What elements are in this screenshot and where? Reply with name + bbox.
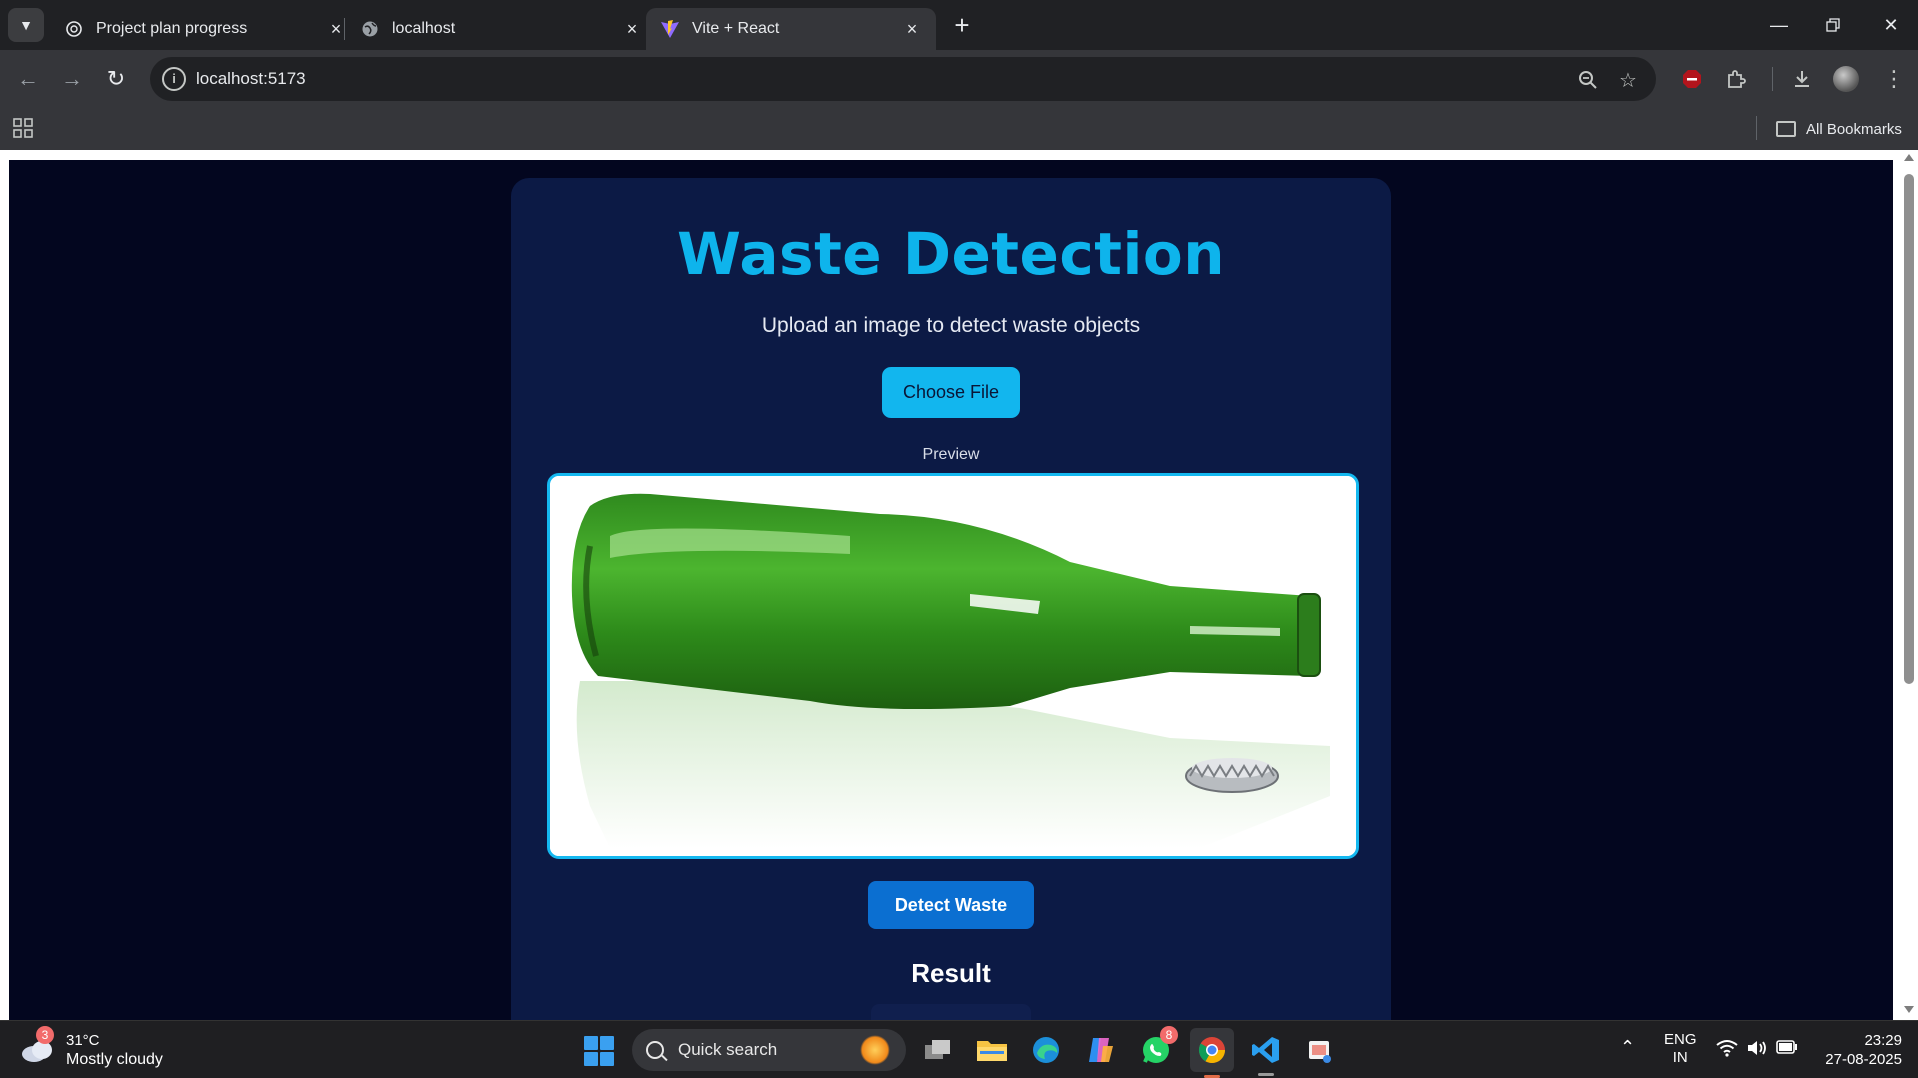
reload-button[interactable]: ↻ [100,63,132,95]
tab-localhost[interactable]: localhost × [346,8,656,50]
arrow-left-icon: ← [17,66,39,91]
close-window-button[interactable]: ✕ [1864,8,1918,42]
search-icon [646,1041,664,1059]
bookmarks-divider [1756,116,1757,140]
language-line1: ENG [1664,1031,1697,1048]
profile-avatar[interactable] [1830,63,1862,95]
extensions-icon[interactable] [1720,63,1752,95]
openai-icon [64,19,84,39]
clock-date: 27-08-2025 [1825,1051,1902,1068]
back-button[interactable]: ← [12,63,44,95]
detect-waste-button[interactable]: Detect Waste [868,881,1034,929]
file-explorer-icon[interactable] [972,1030,1012,1070]
forward-button[interactable]: → [56,63,88,95]
avatar [1833,66,1859,92]
page-subtitle: Upload an image to detect waste objects [761,314,1141,337]
app-background: Waste Detection Upload an image to detec… [9,160,1893,1020]
site-info-icon[interactable]: i [162,67,186,91]
tab-title: Project plan progress [96,20,248,37]
tab-strip: ▼ Project plan progress × localhost × Vi… [0,0,1918,50]
result-output [871,1004,1031,1020]
new-tab-button[interactable]: + [948,12,976,40]
system-clock[interactable]: 23:29 27-08-2025 [1810,1031,1902,1069]
download-icon[interactable] [1786,63,1818,95]
windows-taskbar: 3 31°C Mostly cloudy Quick search 8 ⌃ EN… [0,1020,1918,1078]
search-placeholder: Quick search [678,1040,778,1059]
preview-image [547,473,1359,859]
page-scrollbar[interactable] [1900,150,1918,1020]
cloud-icon: 3 [20,1026,56,1064]
arrow-right-icon: → [61,66,83,91]
adblock-extension-icon[interactable] [1676,63,1708,95]
folder-icon [1776,121,1796,137]
page-viewport: Waste Detection Upload an image to detec… [0,150,1918,1020]
globe-icon [360,19,380,39]
restore-button[interactable] [1806,8,1860,42]
copilot-icon[interactable] [1080,1030,1120,1070]
toolbar-divider [1772,67,1773,91]
wifi-icon[interactable] [1716,1039,1738,1061]
weather-condition: Mostly cloudy [66,1051,163,1068]
waste-detection-card: Waste Detection Upload an image to detec… [511,178,1391,1020]
result-heading: Result [911,958,991,988]
scrollbar-thumb[interactable] [1904,174,1914,684]
all-bookmarks-label: All Bookmarks [1806,120,1902,138]
green-bottle-image [550,476,1356,856]
vscode-icon[interactable] [1246,1030,1286,1076]
bookmark-star-icon[interactable]: ☆ [1614,66,1642,94]
clock-time: 23:29 [1864,1032,1902,1049]
chevron-down-icon: ▼ [19,17,33,33]
tab-title: localhost [392,20,456,37]
task-view-icon[interactable] [918,1030,958,1070]
tab-search-button[interactable]: ▼ [8,8,44,42]
choose-file-button[interactable]: Choose File [882,367,1020,418]
browser-toolbar: ← → ↻ i localhost:5173 ☆ ⋮ [0,50,1918,108]
windows-start-icon[interactable] [584,1036,614,1066]
tab-title: Vite + React [692,20,780,37]
bookmarks-bar: All Bookmarks [0,108,1918,150]
weather-widget[interactable]: 3 31°C Mostly cloudy [20,1026,163,1073]
page-title: Waste Detection [677,220,1225,288]
taskbar-search[interactable]: Quick search [632,1029,906,1071]
zoom-icon[interactable] [1574,66,1602,94]
battery-icon[interactable] [1776,1040,1798,1058]
scroll-down-arrow-icon[interactable] [1904,1006,1914,1013]
apps-grid-icon[interactable] [12,117,36,141]
reload-icon: ↻ [106,66,126,91]
preview-label: Preview [922,446,980,463]
menu-kebab-icon[interactable]: ⋮ [1878,63,1910,95]
show-hidden-icons-chevron-icon[interactable]: ⌃ [1620,1037,1635,1058]
tab-project-plan[interactable]: Project plan progress × [50,8,360,50]
whatsapp-icon[interactable]: 8 [1136,1026,1178,1070]
all-bookmarks-button[interactable]: All Bookmarks [1776,114,1902,144]
scroll-up-arrow-icon[interactable] [1904,154,1914,161]
close-icon[interactable]: × [326,19,346,39]
bing-highlight-icon [860,1035,890,1065]
volume-icon[interactable] [1746,1039,1768,1061]
language-indicator[interactable]: ENG IN [1664,1031,1697,1067]
weather-temp: 31°C [66,1032,100,1049]
snipping-tool-icon[interactable] [1300,1030,1340,1070]
close-icon[interactable]: × [902,19,922,39]
minimize-button[interactable]: — [1752,8,1806,42]
close-icon[interactable]: × [622,19,642,39]
weather-badge: 3 [36,1026,54,1044]
whatsapp-badge: 8 [1160,1026,1178,1044]
vite-icon [660,19,680,39]
address-bar[interactable]: i localhost:5173 ☆ [150,57,1656,101]
chrome-icon[interactable] [1190,1028,1234,1078]
language-line2: IN [1672,1049,1688,1066]
tab-vite-react[interactable]: Vite + React × [646,8,936,50]
running-app-indicator [1258,1073,1274,1076]
url-text[interactable]: localhost:5173 [196,69,306,89]
tab-divider [344,18,345,40]
edge-browser-icon[interactable] [1026,1030,1066,1070]
